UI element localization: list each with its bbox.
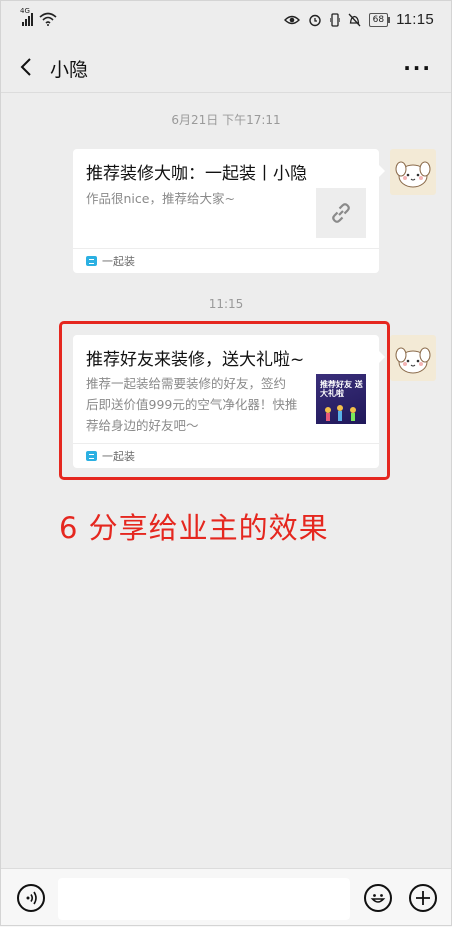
- card-description: 作品很nice，推荐给大家~: [86, 191, 235, 206]
- avatar[interactable]: [390, 335, 436, 381]
- emoji-icon: [370, 894, 386, 903]
- avatar-image: [395, 161, 431, 188]
- back-arrow-icon[interactable]: [16, 56, 38, 78]
- header-divider: [0, 92, 452, 93]
- signal-icon: 4G: [20, 7, 33, 26]
- input-bar: [0, 868, 452, 927]
- wifi-icon: [39, 12, 57, 26]
- status-left: 4G: [20, 7, 57, 26]
- card-source: 一起装: [73, 248, 379, 273]
- vibrate-icon: [329, 12, 340, 27]
- app-icon: [86, 256, 97, 266]
- avatar-image: [395, 347, 431, 374]
- plus-icon: [416, 891, 430, 905]
- voice-icon: [26, 891, 37, 905]
- more-options-icon[interactable]: ···: [403, 56, 432, 80]
- alarm-icon: [308, 14, 321, 26]
- mute-bell-icon: [348, 13, 361, 26]
- message-input[interactable]: [58, 878, 350, 920]
- avatar[interactable]: [390, 149, 436, 195]
- status-bar: 4G 68 11:15: [0, 0, 452, 44]
- emoji-button[interactable]: [364, 884, 392, 912]
- more-functions-button[interactable]: [409, 884, 437, 912]
- link-icon: [332, 203, 350, 223]
- annotation-caption: 6 分享给业主的效果: [59, 511, 329, 545]
- message-timestamp: 11:15: [208, 297, 244, 311]
- chat-header: 小隐 ···: [0, 44, 452, 92]
- status-time: 11:15: [396, 11, 434, 28]
- link-thumbnail: [316, 188, 366, 238]
- eye-icon: [283, 15, 300, 24]
- chat-title: 小隐: [50, 59, 89, 81]
- link-card-message[interactable]: 推荐装修大咖：一起装丨小隐 作品很nice，推荐给大家~ 一起装: [73, 149, 385, 273]
- card-title: 推荐装修大咖：一起装丨小隐: [86, 164, 307, 184]
- highlight-box: [59, 321, 390, 480]
- voice-button[interactable]: [17, 884, 45, 912]
- message-timestamp: 6月21日 下午17:11: [171, 113, 281, 127]
- battery-icon: 68: [368, 12, 391, 27]
- card-source-label: 一起装: [102, 255, 135, 268]
- status-right: 68 11:15: [283, 11, 434, 28]
